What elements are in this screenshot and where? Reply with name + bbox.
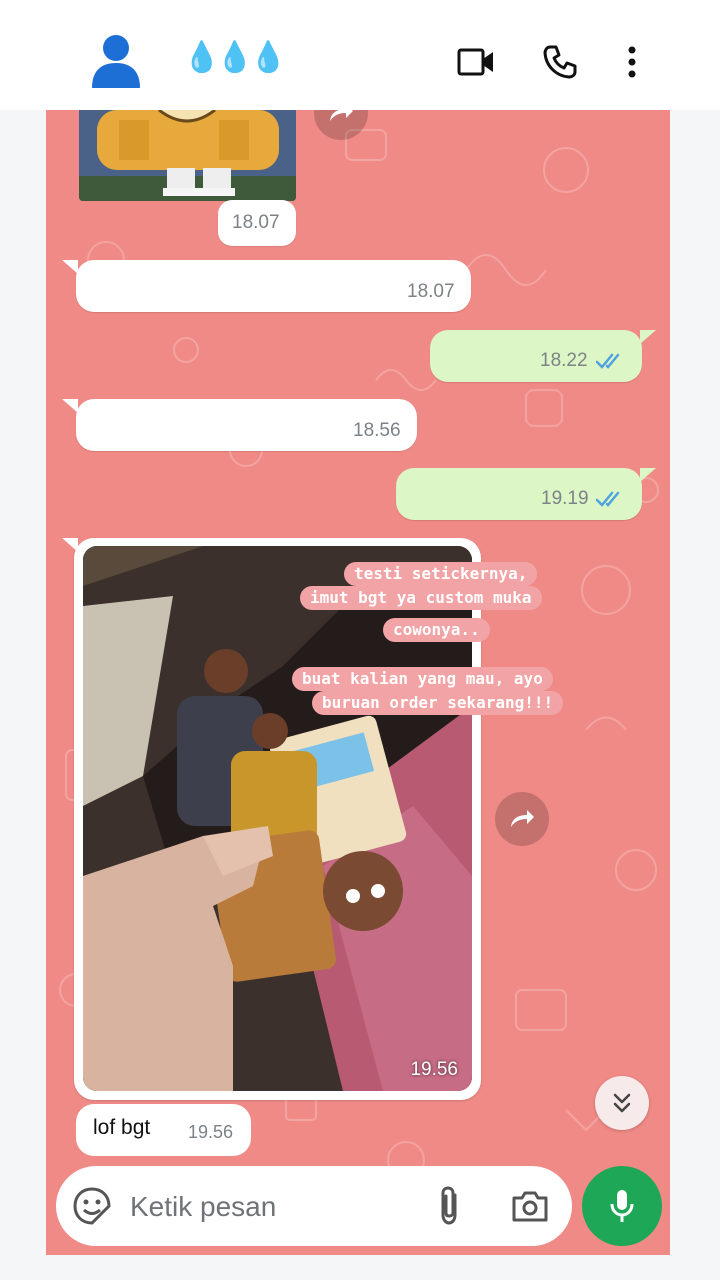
double-chevron-down-icon bbox=[613, 1093, 631, 1113]
outgoing-message-bubble[interactable]: 18.22 bbox=[430, 330, 642, 382]
incoming-message-bubble[interactable]: 18.56 bbox=[76, 399, 417, 451]
incoming-message-bubble[interactable]: 18.07 bbox=[76, 260, 471, 312]
message-time: 19.56 bbox=[410, 1059, 458, 1080]
message-time: 18.22 bbox=[540, 350, 588, 371]
message-time: 18.56 bbox=[353, 420, 401, 441]
read-ticks-icon bbox=[595, 353, 626, 374]
more-options-icon[interactable] bbox=[612, 40, 652, 84]
video-call-icon[interactable] bbox=[456, 40, 496, 84]
attach-icon[interactable] bbox=[434, 1184, 464, 1228]
message-input[interactable] bbox=[128, 1186, 412, 1228]
chat-area[interactable]: 18.07 18.07 18.22 18.56 19.19 19.56 test… bbox=[46, 110, 670, 1255]
bubble-tail bbox=[62, 399, 78, 413]
bubble-tail bbox=[640, 330, 656, 344]
outgoing-message-bubble[interactable]: 19.19 bbox=[396, 468, 642, 520]
scroll-to-bottom-button[interactable] bbox=[595, 1076, 649, 1130]
bubble-tail bbox=[640, 468, 656, 482]
message-time: 19.56 bbox=[188, 1122, 234, 1142]
avatar-icon[interactable] bbox=[86, 30, 146, 90]
forward-button[interactable] bbox=[495, 792, 549, 846]
message-time: 18.07 bbox=[232, 212, 280, 233]
message-composer bbox=[56, 1166, 572, 1246]
camera-icon[interactable] bbox=[510, 1186, 550, 1226]
message-time: 19.19 bbox=[541, 488, 589, 509]
emoji-sticker-icon[interactable] bbox=[72, 1186, 112, 1226]
caption-line: buruan order sekarang!!! bbox=[312, 691, 564, 715]
message-time: 18.07 bbox=[407, 281, 455, 302]
caption-line: buat kalian yang mau, ayo bbox=[292, 667, 553, 691]
chat-header: 💧💧💧 bbox=[0, 0, 720, 110]
caption-line: testi setickernya, bbox=[344, 562, 538, 586]
message-text: lof bgt bbox=[93, 1116, 151, 1139]
bubble-tail bbox=[62, 260, 78, 274]
voice-record-button[interactable] bbox=[582, 1166, 662, 1246]
caption-line: imut bgt ya custom muka bbox=[300, 586, 542, 610]
image-message-partial[interactable] bbox=[79, 110, 296, 201]
read-ticks-icon bbox=[595, 491, 626, 512]
caption-line: cowonya.. bbox=[383, 618, 490, 642]
contact-name[interactable]: 💧💧💧 bbox=[183, 38, 287, 78]
microphone-icon bbox=[610, 1190, 634, 1222]
incoming-message-bubble[interactable]: lof bgt 19.56 bbox=[76, 1104, 251, 1156]
message-time-pill: 18.07 bbox=[218, 200, 296, 246]
voice-call-icon[interactable] bbox=[540, 40, 580, 84]
